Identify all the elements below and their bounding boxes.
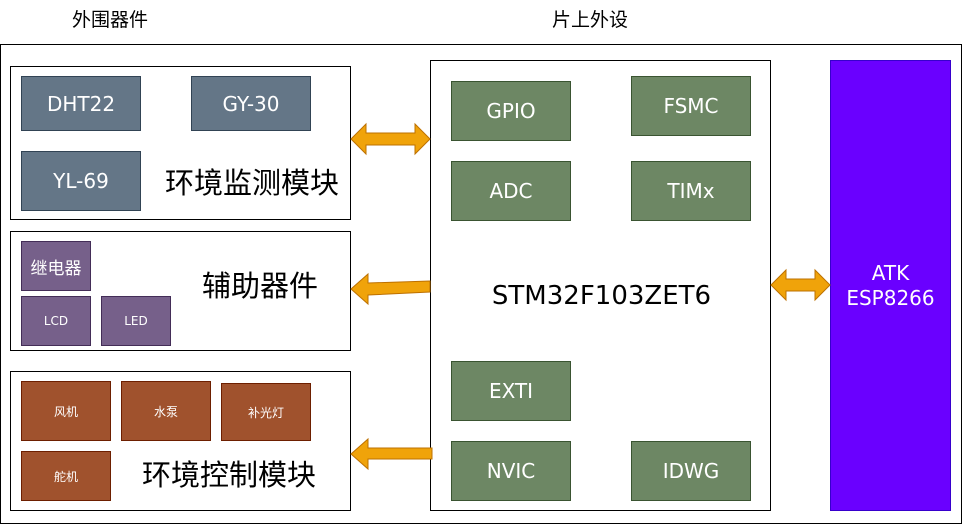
mcu-aux-arrow-shape [350,272,431,306]
monitor-mcu-arrow-shape [350,122,431,156]
mcu-wifi-arrow-shape [770,268,831,302]
mcu-control-arrow-shape [350,437,433,471]
monitor-mcu-double-arrow [350,122,831,471]
